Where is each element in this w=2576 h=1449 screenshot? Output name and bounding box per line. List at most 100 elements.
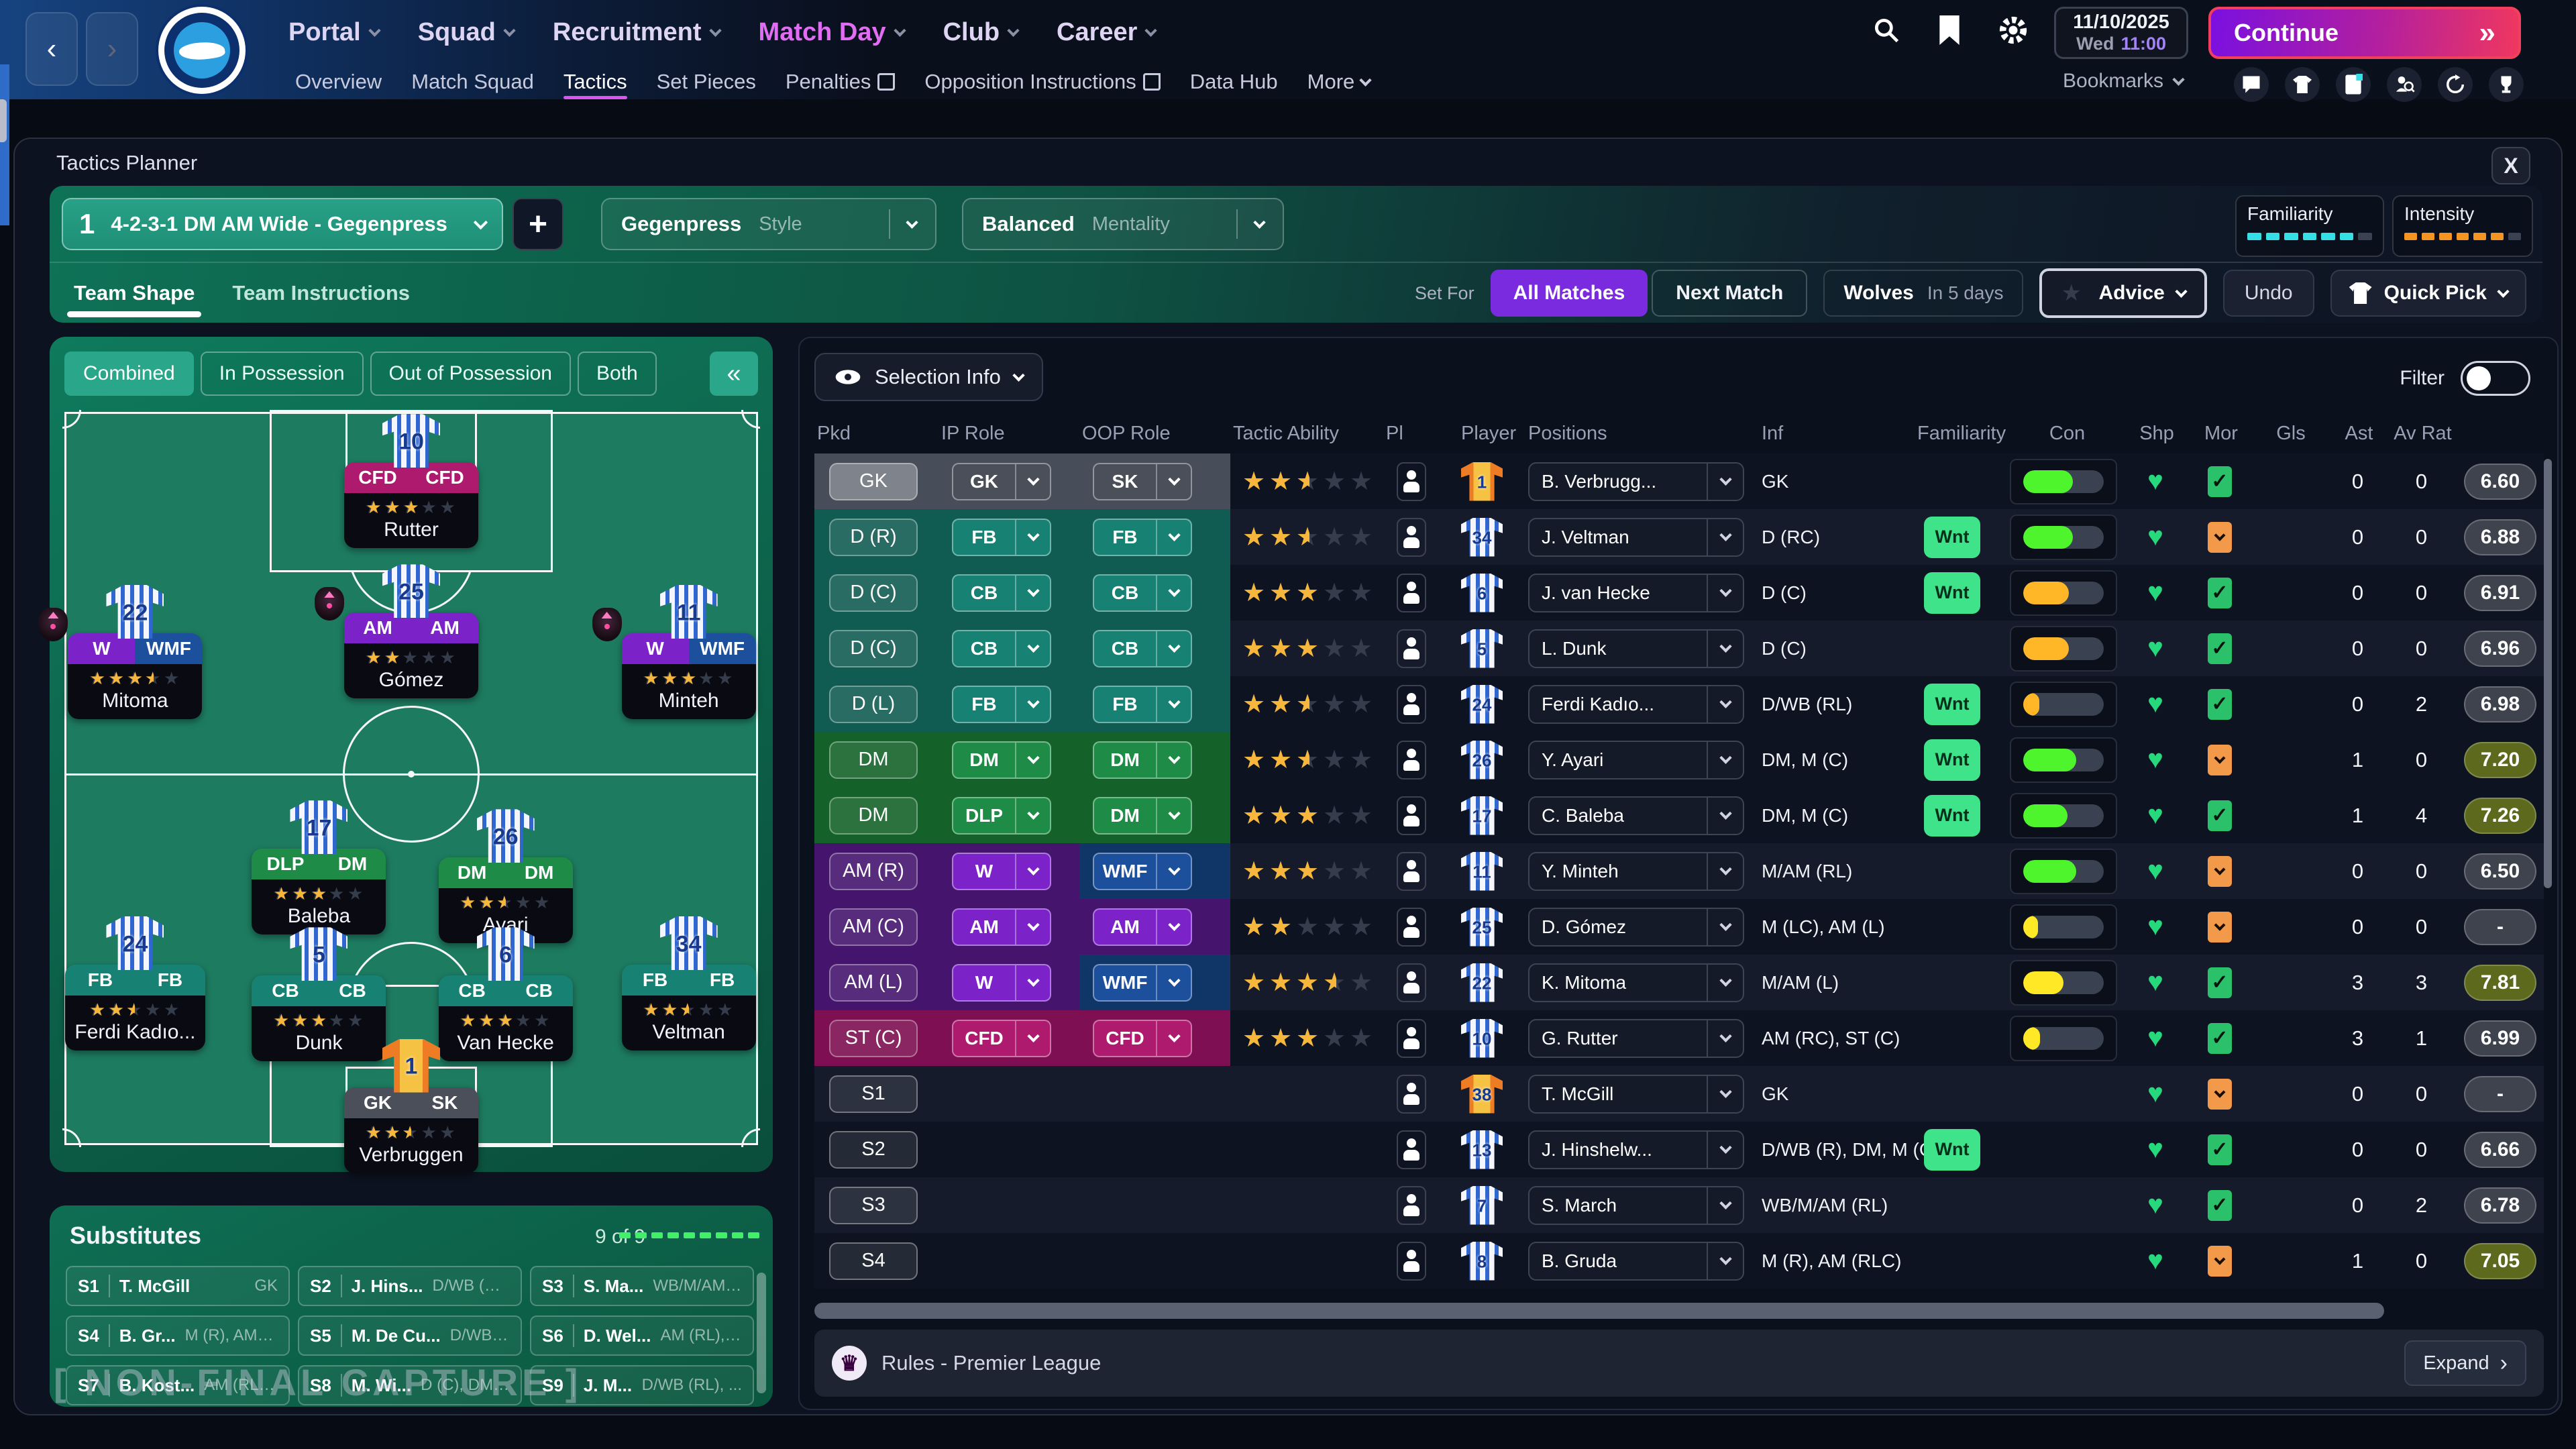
player-select[interactable]: S. March: [1528, 1186, 1744, 1225]
player-select[interactable]: B. Verbrugg...: [1528, 462, 1744, 501]
ip-role-select[interactable]: DM: [952, 741, 1051, 779]
squad-row-b-gruda[interactable]: S48B. GrudaM (R), AM (RLC)♥107.05: [814, 1233, 2544, 1289]
column-header-ast[interactable]: Ast: [2326, 423, 2390, 445]
pitch-player-baleba[interactable]: 17DLPDM★★★★★★★★★★Baleba: [245, 800, 392, 934]
substitute-chip-s3[interactable]: S3S. Ma...WB/M/AM ...: [530, 1266, 754, 1306]
squad-row-j-hinshelw-[interactable]: S213J. Hinshelw...D/WB (R), DM, M (C)Wnt…: [814, 1122, 2544, 1177]
pitch-player-g-mez[interactable]: 25AMAM★★★★★★★★★★Gómez: [337, 564, 485, 698]
gear-icon[interactable]: [1998, 15, 2029, 46]
ip-role-select[interactable]: W: [952, 853, 1051, 890]
pkd-chip[interactable]: ST (C): [829, 1020, 918, 1057]
vertical-scrollbar[interactable]: [2544, 459, 2552, 888]
ip-role-select[interactable]: GK: [952, 463, 1051, 500]
sub-nav-item-data-hub[interactable]: Data Hub: [1190, 64, 1278, 99]
substitute-chip-s5[interactable]: S5M. De Cu...D/WB/...: [298, 1316, 522, 1356]
ip-role-select[interactable]: FB: [952, 519, 1051, 556]
pkd-chip[interactable]: S1: [829, 1075, 918, 1113]
oop-role-select[interactable]: AM: [1093, 908, 1192, 946]
player-select[interactable]: J. Hinshelw...: [1528, 1130, 1744, 1169]
ip-role-select[interactable]: CB: [952, 630, 1051, 667]
column-header-gls[interactable]: Gls: [2253, 423, 2326, 445]
main-nav-item-recruitment[interactable]: Recruitment: [553, 18, 720, 47]
sub-nav-item-penalties[interactable]: Penalties: [786, 64, 896, 99]
oop-role-select[interactable]: CB: [1093, 630, 1192, 667]
close-icon[interactable]: X: [2491, 147, 2530, 184]
squad-row-s-march[interactable]: S37S. MarchWB/M/AM (RL)♥✓026.78: [814, 1177, 2544, 1233]
squad-row-ferdi-kad-o-[interactable]: D (L)FBFB★★★★★★★★★★24Ferdi Kadıo...D/WB …: [814, 676, 2544, 732]
column-header-positions[interactable]: Positions: [1525, 423, 1759, 445]
sub-nav-item-opposition-instructions[interactable]: Opposition Instructions: [924, 64, 1160, 99]
sub-nav-item-more[interactable]: More: [1307, 64, 1371, 99]
main-nav-item-club[interactable]: Club: [943, 18, 1018, 47]
bookmarks-dropdown[interactable]: Bookmarks: [2063, 70, 2183, 93]
collapse-panel-button[interactable]: «: [710, 352, 758, 396]
player-select[interactable]: L. Dunk: [1528, 629, 1744, 668]
history-back-button[interactable]: ‹: [25, 12, 78, 86]
oop-role-select[interactable]: WMF: [1093, 964, 1192, 1002]
pkd-chip[interactable]: AM (L): [829, 964, 918, 1002]
sub-nav-item-tactics[interactable]: Tactics: [564, 64, 627, 99]
chat-icon[interactable]: [2234, 67, 2269, 102]
oop-role-select[interactable]: CFD: [1093, 1020, 1192, 1057]
squad-row-l-dunk[interactable]: D (C)CBCB★★★★★★★★★★5L. DunkD (C)♥✓006.96: [814, 621, 2544, 676]
main-nav-item-portal[interactable]: Portal: [288, 18, 379, 47]
pkd-chip[interactable]: D (R): [829, 519, 918, 556]
scout-search-icon[interactable]: [2387, 67, 2422, 102]
continue-button[interactable]: Continue »: [2208, 7, 2521, 59]
column-header-mor[interactable]: Mor: [2186, 423, 2253, 445]
column-header-familiarity[interactable]: Familiarity: [1915, 423, 2007, 445]
person-icon[interactable]: [1397, 1186, 1426, 1225]
search-icon[interactable]: [1872, 15, 1901, 45]
column-header-pl[interactable]: Pl: [1383, 423, 1458, 445]
oop-role-select[interactable]: FB: [1093, 686, 1192, 723]
next-opponent-chip[interactable]: Wolves In 5 days: [1823, 270, 2023, 317]
style-select[interactable]: Gegenpress Style: [601, 198, 936, 250]
person-icon[interactable]: [1397, 462, 1426, 501]
squad-row-k-mitoma[interactable]: AM (L)WWMF★★★★★★★★★★22K. MitomaM/AM (L)♥…: [814, 955, 2544, 1010]
pkd-chip[interactable]: D (L): [829, 686, 918, 723]
tab-team-instructions[interactable]: Team Instructions: [232, 272, 410, 315]
column-header-av-rat[interactable]: Av Rat: [2390, 423, 2453, 445]
pkd-chip[interactable]: D (C): [829, 630, 918, 667]
trophy-icon[interactable]: [2489, 67, 2524, 102]
main-nav-item-match-day[interactable]: Match Day: [759, 18, 904, 47]
player-select[interactable]: G. Rutter: [1528, 1019, 1744, 1058]
player-select[interactable]: T. McGill: [1528, 1075, 1744, 1114]
substitute-chip-s2[interactable]: S2J. Hins...D/WB (R),...: [298, 1266, 522, 1306]
pitch-player-ayari[interactable]: 26DMDM★★★★★★★★★★Ayari: [432, 809, 580, 943]
person-icon[interactable]: [1397, 629, 1426, 668]
person-icon[interactable]: [1397, 963, 1426, 1002]
advice-button[interactable]: ★ Advice: [2039, 268, 2206, 318]
squad-row-t-mcgill[interactable]: S138T. McGillGK♥00-: [814, 1066, 2544, 1122]
oop-role-select[interactable]: DM: [1093, 797, 1192, 835]
player-select[interactable]: C. Baleba: [1528, 796, 1744, 835]
shirt-icon[interactable]: [2285, 67, 2320, 102]
pitch-player-mitoma[interactable]: 22WWMF★★★★★★★★★★Mitoma: [61, 585, 209, 719]
add-tactic-button[interactable]: +: [513, 198, 564, 250]
pkd-chip[interactable]: S4: [829, 1242, 918, 1280]
set-for-all-matches[interactable]: All Matches: [1491, 270, 1648, 317]
squad-row-g-rutter[interactable]: ST (C)CFDCFD★★★★★★★★★★10G. RutterAM (RC)…: [814, 1010, 2544, 1066]
pitch-player-veltman[interactable]: 34FBFB★★★★★★★★★★Veltman: [615, 916, 763, 1051]
horizontal-scrollbar[interactable]: [814, 1303, 2544, 1319]
main-nav-item-squad[interactable]: Squad: [418, 18, 514, 47]
substitute-chip-s6[interactable]: S6D. Wel...AM (RL), ...: [530, 1316, 754, 1356]
person-icon[interactable]: [1397, 1075, 1426, 1114]
person-icon[interactable]: [1397, 796, 1426, 835]
column-header-ip-role[interactable]: IP Role: [938, 423, 1079, 445]
filter-toggle[interactable]: [2461, 361, 2530, 396]
oop-role-select[interactable]: FB: [1093, 519, 1192, 556]
pitch-player-minteh[interactable]: 11WWMF★★★★★★★★★★Minteh: [615, 585, 763, 719]
person-icon[interactable]: [1397, 1242, 1426, 1281]
player-select[interactable]: J. Veltman: [1528, 518, 1744, 557]
column-header-shp[interactable]: Shp: [2125, 423, 2186, 445]
tab-team-shape[interactable]: Team Shape: [74, 272, 195, 315]
report-card-icon[interactable]: [2336, 67, 2371, 102]
person-icon[interactable]: [1397, 574, 1426, 612]
substitutes-scrollbar[interactable]: [757, 1273, 766, 1393]
oop-role-select[interactable]: WMF: [1093, 853, 1192, 890]
pkd-chip[interactable]: S3: [829, 1187, 918, 1224]
ip-role-select[interactable]: CB: [952, 574, 1051, 612]
player-select[interactable]: Y. Minteh: [1528, 852, 1744, 891]
pitch-player-ferdi-kad-o-[interactable]: 24FBFB★★★★★★★★★★Ferdi Kadıo...: [61, 916, 209, 1051]
